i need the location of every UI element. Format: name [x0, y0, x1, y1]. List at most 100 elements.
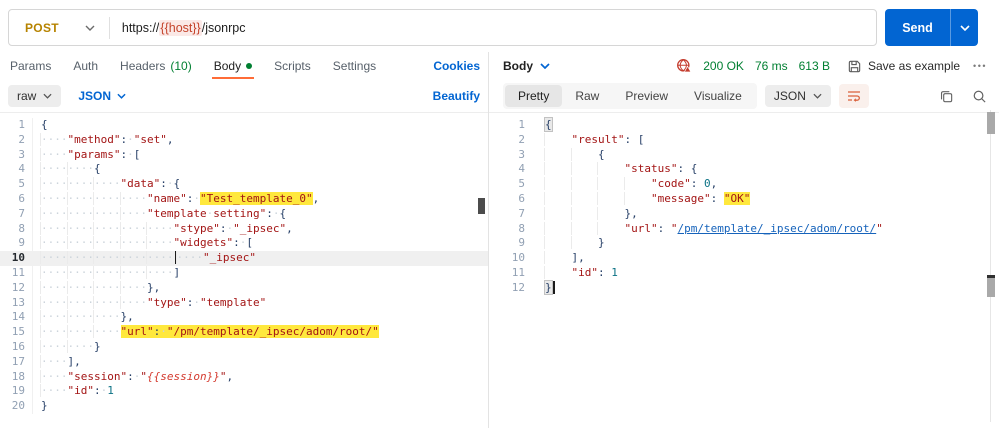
chevron-down-icon — [813, 93, 822, 99]
tab-scripts[interactable]: Scripts — [274, 52, 311, 80]
code-token: "result" — [572, 133, 625, 146]
status-badge[interactable]: 200 OK — [703, 59, 744, 73]
code-token: ···· — [93, 310, 121, 323]
url-prefix: https:// — [122, 21, 160, 35]
code-token: 1 — [611, 266, 618, 279]
method-label: POST — [25, 21, 59, 35]
code-line: 11····················] — [0, 266, 488, 281]
cookies-link[interactable]: Cookies — [433, 59, 480, 73]
code-line: 15············"url":·"/pm/template/_ipse… — [0, 325, 488, 340]
code-token: ···· — [40, 236, 68, 249]
line-number: 15 — [0, 325, 33, 340]
response-body-viewer: 1{2 "result": [3 {4 "status": {5 "code":… — [489, 112, 999, 428]
code-token: ···· — [93, 325, 121, 338]
code-line: 13················"type":·"template" — [0, 296, 488, 311]
code-token: ], — [68, 355, 81, 368]
code-line: 20} — [0, 399, 488, 414]
copy-icon[interactable] — [939, 89, 954, 104]
code-token: ···· — [67, 266, 95, 279]
save-as-example-button[interactable]: Save as example — [847, 59, 960, 74]
code-token — [544, 148, 572, 161]
tab-headers[interactable]: Headers(10) — [120, 52, 192, 80]
ssl-warning-globe-icon[interactable] — [676, 58, 692, 74]
url-input[interactable]: https://{{host}}/jsonrpc — [110, 21, 246, 35]
more-options-button[interactable]: ••• — [973, 61, 987, 71]
code-token: "_ipsec" — [233, 222, 286, 235]
response-actions — [939, 89, 987, 104]
view-tab-raw[interactable]: Raw — [562, 85, 612, 107]
tab-params[interactable]: Params — [10, 52, 51, 80]
tab-settings[interactable]: Settings — [333, 52, 376, 80]
line-number: 16 — [0, 340, 33, 355]
beautify-link[interactable]: Beautify — [433, 89, 480, 103]
code-token: "id" — [68, 384, 95, 397]
response-size[interactable]: 613 B — [799, 59, 830, 73]
code-token: ···· — [67, 177, 95, 190]
text-cursor — [553, 281, 555, 294]
line-number: 10 — [0, 251, 33, 266]
chevron-down-icon — [85, 25, 95, 31]
code-token: "stype" — [174, 222, 220, 235]
line-number: 4 — [489, 162, 535, 177]
save-icon — [847, 59, 862, 74]
search-icon[interactable] — [972, 89, 987, 104]
response-time[interactable]: 76 ms — [755, 59, 788, 73]
line-number: 2 — [0, 133, 33, 148]
chevron-down-icon — [960, 25, 970, 31]
scrollbar-track[interactable] — [990, 110, 991, 422]
scrollbar-mark[interactable] — [987, 275, 995, 297]
wrap-line-toggle[interactable] — [839, 84, 869, 108]
code-token: : — [677, 162, 690, 175]
code-token — [597, 162, 625, 175]
code-token: ···· — [67, 222, 95, 235]
scrollbar-thumb[interactable] — [478, 198, 485, 214]
code-token: ···· — [146, 251, 174, 264]
code-token: : — [94, 384, 101, 397]
send-button[interactable]: Send — [885, 9, 950, 46]
request-body-editor[interactable]: 1{2····"method":·"set",3····"params":·[4… — [0, 112, 488, 428]
code-token: } — [545, 281, 552, 294]
view-tab-visualize[interactable]: Visualize — [681, 85, 755, 107]
code-token: · — [127, 133, 134, 146]
line-number: 5 — [0, 177, 33, 192]
send-options-button[interactable] — [950, 9, 978, 46]
code-token: , — [711, 177, 718, 190]
code-line: 6················"name":·"Test_template_… — [0, 192, 488, 207]
code-token — [624, 192, 652, 205]
code-token: [ — [638, 133, 645, 146]
code-line: 9····················"widgets":·[ — [0, 236, 488, 251]
tab-auth[interactable]: Auth — [73, 52, 98, 80]
code-token: ···· — [93, 192, 121, 205]
response-body-dropdown[interactable]: Body — [503, 59, 550, 73]
code-token: "type" — [147, 296, 187, 309]
code-token: { — [174, 177, 181, 190]
body-format-dropdown[interactable]: raw — [8, 85, 61, 107]
code-token — [597, 222, 625, 235]
view-tab-pretty[interactable]: Pretty — [505, 85, 562, 107]
code-token: ···· — [40, 133, 68, 146]
code-token: "template — [147, 207, 207, 220]
body-language-dropdown[interactable]: JSON — [78, 89, 126, 103]
code-token — [624, 177, 652, 190]
code-token: /pm/template/_ipsec/adom/root/ — [678, 222, 877, 235]
line-number: 10 — [489, 251, 535, 266]
body-modified-dot — [246, 63, 252, 69]
view-tab-preview[interactable]: Preview — [612, 85, 681, 107]
tab-body[interactable]: Body — [214, 52, 252, 80]
method-selector[interactable]: POST — [9, 21, 109, 35]
line-number: 5 — [489, 177, 535, 192]
code-token: · — [193, 192, 200, 205]
code-token: " — [140, 370, 147, 383]
code-token — [571, 236, 599, 249]
code-token — [571, 177, 599, 190]
code-token: ···· — [40, 384, 68, 397]
response-language-dropdown[interactable]: JSON — [765, 85, 831, 107]
code-token: ···· — [120, 236, 148, 249]
scrollbar-thumb[interactable] — [987, 112, 995, 134]
code-token — [597, 192, 625, 205]
request-panel: Params Auth Headers(10) Body Scripts Set… — [0, 52, 488, 428]
code-token: ···· — [67, 207, 95, 220]
line-number: 8 — [489, 222, 535, 237]
code-token — [571, 222, 599, 235]
code-token: ···· — [40, 222, 68, 235]
